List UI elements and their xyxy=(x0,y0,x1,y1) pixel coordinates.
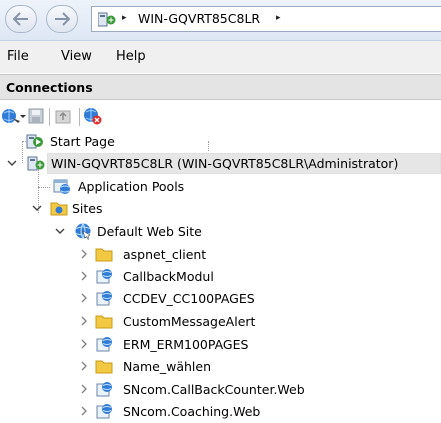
connections-header: Connections xyxy=(0,74,441,100)
toolbar-separator xyxy=(49,108,50,126)
folder-icon xyxy=(95,248,113,262)
tree-node-app[interactable]: CustomMessageAlert xyxy=(0,311,441,333)
connections-tree: Start Page WIN-GQVRT85C8LR (WIN-GQVRT85C… xyxy=(0,131,441,419)
chevron-down-icon[interactable] xyxy=(54,225,66,237)
tree-label: CallbackModul xyxy=(123,269,214,284)
tree-node-default-web-site[interactable]: Default Web Site xyxy=(0,221,441,243)
chevron-right-icon[interactable] xyxy=(78,292,90,304)
tree-node-server[interactable]: WIN-GQVRT85C8LR (WIN-GQVRT85C8LR\Adminis… xyxy=(0,153,441,175)
web-app-icon xyxy=(96,269,112,284)
tree-label: Application Pools xyxy=(78,179,185,194)
tree-node-app[interactable]: SNcom.Coaching.Web xyxy=(0,401,441,423)
menu-view[interactable]: View xyxy=(61,49,92,64)
tree-label: Sites xyxy=(72,201,103,216)
tree-label: ERM_ERM100PAGES xyxy=(123,337,249,352)
start-page-icon xyxy=(26,134,43,149)
connections-title: Connections xyxy=(6,80,93,95)
tree-label: SNcom.CallBackCounter.Web xyxy=(123,382,305,397)
website-globe-icon xyxy=(75,223,91,240)
save-icon[interactable] xyxy=(28,107,44,125)
chevron-right-icon[interactable] xyxy=(78,338,90,350)
tree-label: SNcom.Coaching.Web xyxy=(123,404,261,419)
tree-node-app[interactable]: CCDEV_CC100PAGES xyxy=(0,288,441,310)
web-app-icon xyxy=(96,337,112,352)
tree-label: aspnet_client xyxy=(123,247,207,262)
server-icon xyxy=(98,12,116,27)
arrow-left-icon xyxy=(13,12,28,26)
connections-toolbar xyxy=(0,101,441,131)
folder-icon xyxy=(95,360,113,374)
tree-node-sites[interactable]: Sites xyxy=(0,198,441,220)
chevron-down-icon[interactable] xyxy=(31,202,43,214)
sites-folder-icon xyxy=(50,202,68,216)
forward-button[interactable] xyxy=(46,5,78,33)
connect-icon[interactable] xyxy=(1,107,27,125)
address-bar[interactable]: ▸ WIN-GQVRT85C8LR ▸ xyxy=(91,6,441,32)
back-button[interactable] xyxy=(5,5,37,33)
web-app-icon xyxy=(96,404,112,419)
tree-node-app[interactable]: ERM_ERM100PAGES xyxy=(0,334,441,356)
chevron-right-icon[interactable] xyxy=(78,270,90,282)
breadcrumb-separator[interactable]: ▸ xyxy=(122,13,127,23)
breadcrumb-separator[interactable]: ▸ xyxy=(276,13,281,23)
tree-node-app[interactable]: Name_wählen xyxy=(0,356,441,378)
tree-label: Start Page xyxy=(50,134,115,149)
tree-node-start-page[interactable]: Start Page xyxy=(0,131,441,153)
chevron-right-icon[interactable] xyxy=(78,248,90,260)
menu-help[interactable]: Help xyxy=(116,49,146,64)
tree-label: CCDEV_CC100PAGES xyxy=(123,291,255,306)
tree-label: Default Web Site xyxy=(97,224,202,239)
menu-bar: File View Help xyxy=(0,41,441,73)
tree-label: WIN-GQVRT85C8LR (WIN-GQVRT85C8LR\Adminis… xyxy=(51,156,399,171)
tree-node-app[interactable]: SNcom.CallBackCounter.Web xyxy=(0,379,441,401)
tree-label: CustomMessageAlert xyxy=(123,314,256,329)
tree-node-app[interactable]: CallbackModul xyxy=(0,266,441,288)
tree-label: Name_wählen xyxy=(123,359,212,374)
address-toolbar: ▸ WIN-GQVRT85C8LR ▸ xyxy=(0,0,441,41)
web-app-icon xyxy=(96,382,112,397)
up-icon[interactable] xyxy=(55,107,73,125)
tree-node-app[interactable]: aspnet_client xyxy=(0,244,441,266)
breadcrumb-server[interactable]: WIN-GQVRT85C8LR xyxy=(138,11,260,26)
chevron-right-icon[interactable] xyxy=(78,405,90,417)
menu-file[interactable]: File xyxy=(7,49,29,64)
toolbar-separator xyxy=(79,108,80,126)
application-pools-icon xyxy=(53,179,70,194)
chevron-right-icon[interactable] xyxy=(78,360,90,372)
folder-icon xyxy=(95,315,113,329)
chevron-down-icon[interactable] xyxy=(6,157,18,169)
tree-node-application-pools[interactable]: Application Pools xyxy=(0,176,441,198)
chevron-right-icon[interactable] xyxy=(78,383,90,395)
disconnect-icon[interactable] xyxy=(83,107,103,125)
chevron-right-icon[interactable] xyxy=(78,315,90,327)
server-icon xyxy=(27,156,45,171)
web-app-icon xyxy=(96,291,112,306)
arrow-right-icon xyxy=(55,12,70,26)
